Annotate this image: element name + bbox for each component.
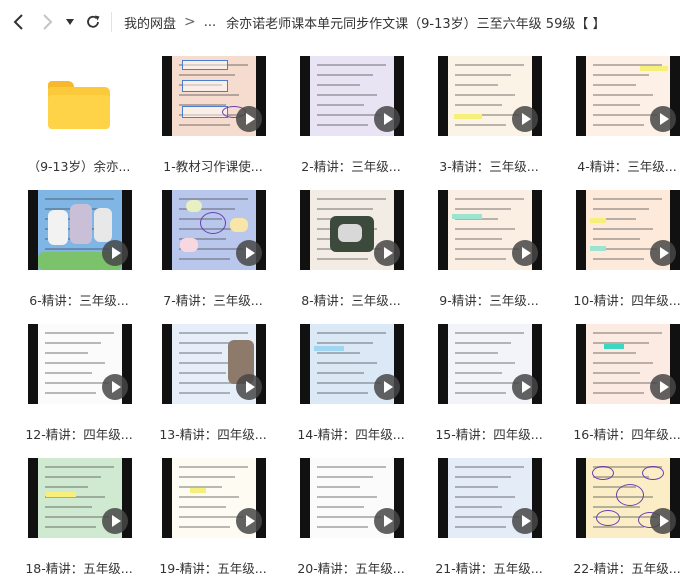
file-name-label: 3-精讲：三年级... <box>439 159 539 174</box>
video-thumbnail <box>300 190 404 270</box>
file-name-label: 21-精讲：五年级... <box>435 561 543 574</box>
video-file-item[interactable]: 10-精讲：四年级... <box>573 190 686 310</box>
play-icon[interactable] <box>102 374 128 400</box>
play-icon[interactable] <box>102 508 128 534</box>
play-icon[interactable] <box>102 240 128 266</box>
video-file-item[interactable]: 12-精讲：四年级... <box>25 324 138 444</box>
file-name-label: 20-精讲：五年级... <box>297 561 405 574</box>
video-thumbnail <box>162 56 266 136</box>
video-file-item[interactable]: 14-精讲：四年级... <box>297 324 410 444</box>
video-file-item[interactable]: 15-精讲：四年级... <box>435 324 548 444</box>
video-file-item[interactable]: 2-精讲：三年级... <box>300 56 410 176</box>
chevron-right-icon <box>43 14 53 30</box>
chevron-left-icon <box>13 14 23 30</box>
file-name-label: 15-精讲：四年级... <box>435 427 543 442</box>
file-name-label: 16-精讲：四年级... <box>573 427 681 442</box>
breadcrumb-ellipsis[interactable]: ... <box>204 15 216 30</box>
video-file-item[interactable]: 8-精讲：三年级... <box>300 190 410 310</box>
play-icon[interactable] <box>512 508 538 534</box>
play-icon[interactable] <box>236 106 262 132</box>
file-name-label: 9-精讲：三年级... <box>439 293 539 308</box>
video-thumbnail <box>162 458 266 538</box>
play-icon[interactable] <box>374 374 400 400</box>
folder-item[interactable]: （9-13岁）余亦... <box>28 56 138 176</box>
video-thumbnail <box>28 458 132 538</box>
video-thumbnail <box>300 458 404 538</box>
play-icon[interactable] <box>512 240 538 266</box>
file-name-label: 6-精讲：三年级... <box>29 293 129 308</box>
caret-down-icon <box>66 19 74 25</box>
file-name-label: 2-精讲：三年级... <box>301 159 401 174</box>
refresh-button[interactable] <box>82 10 104 34</box>
back-button[interactable] <box>8 10 30 34</box>
video-thumbnail <box>162 324 266 404</box>
history-dropdown-button[interactable] <box>62 10 78 34</box>
folder-icon <box>48 81 110 129</box>
video-thumbnail <box>28 190 132 270</box>
toolbar-divider <box>111 12 112 32</box>
file-name-label: 14-精讲：四年级... <box>297 427 405 442</box>
play-icon[interactable] <box>374 508 400 534</box>
video-thumbnail <box>576 324 680 404</box>
play-icon[interactable] <box>374 106 400 132</box>
breadcrumb-separator: > <box>184 14 196 30</box>
play-icon[interactable] <box>650 240 676 266</box>
forward-button[interactable] <box>36 10 58 34</box>
play-icon[interactable] <box>236 374 262 400</box>
play-icon[interactable] <box>650 374 676 400</box>
video-thumbnail <box>438 56 542 136</box>
video-thumbnail <box>162 190 266 270</box>
play-icon[interactable] <box>512 106 538 132</box>
video-thumbnail <box>438 190 542 270</box>
file-name-label: 10-精讲：四年级... <box>573 293 681 308</box>
video-thumbnail <box>300 324 404 404</box>
video-file-item[interactable]: 3-精讲：三年级... <box>438 56 548 176</box>
video-file-item[interactable]: 20-精讲：五年级... <box>297 458 410 574</box>
video-thumbnail <box>576 190 680 270</box>
play-icon[interactable] <box>512 374 538 400</box>
refresh-icon <box>87 15 100 28</box>
navigation-bar: 我的网盘 > ... 余亦诺老师课本单元同步作文课（9-13岁）三至六年级 59… <box>0 0 692 44</box>
file-name-label: （9-13岁）余亦... <box>27 159 131 174</box>
breadcrumb: 我的网盘 > ... 余亦诺老师课本单元同步作文课（9-13岁）三至六年级 59… <box>124 0 605 44</box>
video-file-item[interactable]: 22-精讲：五年级... <box>573 458 686 574</box>
file-name-label: 19-精讲：五年级... <box>159 561 267 574</box>
video-file-item[interactable]: 21-精讲：五年级... <box>435 458 548 574</box>
breadcrumb-root[interactable]: 我的网盘 <box>124 13 176 32</box>
video-thumbnail <box>438 324 542 404</box>
play-icon[interactable] <box>236 508 262 534</box>
file-name-label: 4-精讲：三年级... <box>577 159 677 174</box>
file-name-label: 1-教材习作课使... <box>163 159 263 174</box>
video-thumbnail <box>438 458 542 538</box>
video-file-item[interactable]: 9-精讲：三年级... <box>438 190 548 310</box>
breadcrumb-current: 余亦诺老师课本单元同步作文课（9-13岁）三至六年级 59级【 】 <box>226 16 606 32</box>
video-thumbnail <box>576 56 680 136</box>
play-icon[interactable] <box>236 240 262 266</box>
file-name-label: 22-精讲：五年级... <box>573 561 681 574</box>
file-name-label: 18-精讲：五年级... <box>25 561 133 574</box>
video-file-item[interactable]: 19-精讲：五年级... <box>159 458 272 574</box>
video-file-item[interactable]: 16-精讲：四年级... <box>573 324 686 444</box>
video-file-item[interactable]: 1-教材习作课使... <box>162 56 272 176</box>
video-file-item[interactable]: 6-精讲：三年级... <box>28 190 138 310</box>
file-name-label: 12-精讲：四年级... <box>25 427 133 442</box>
video-file-item[interactable]: 7-精讲：三年级... <box>162 190 272 310</box>
file-name-label: 13-精讲：四年级... <box>159 427 267 442</box>
file-name-label: 7-精讲：三年级... <box>163 293 263 308</box>
play-icon[interactable] <box>650 106 676 132</box>
play-icon[interactable] <box>650 508 676 534</box>
video-thumbnail <box>300 56 404 136</box>
video-file-item[interactable]: 13-精讲：四年级... <box>159 324 272 444</box>
video-thumbnail <box>28 324 132 404</box>
video-file-item[interactable]: 18-精讲：五年级... <box>25 458 138 574</box>
file-name-label: 8-精讲：三年级... <box>301 293 401 308</box>
video-thumbnail <box>576 458 680 538</box>
video-file-item[interactable]: 4-精讲：三年级... <box>576 56 686 176</box>
play-icon[interactable] <box>374 240 400 266</box>
